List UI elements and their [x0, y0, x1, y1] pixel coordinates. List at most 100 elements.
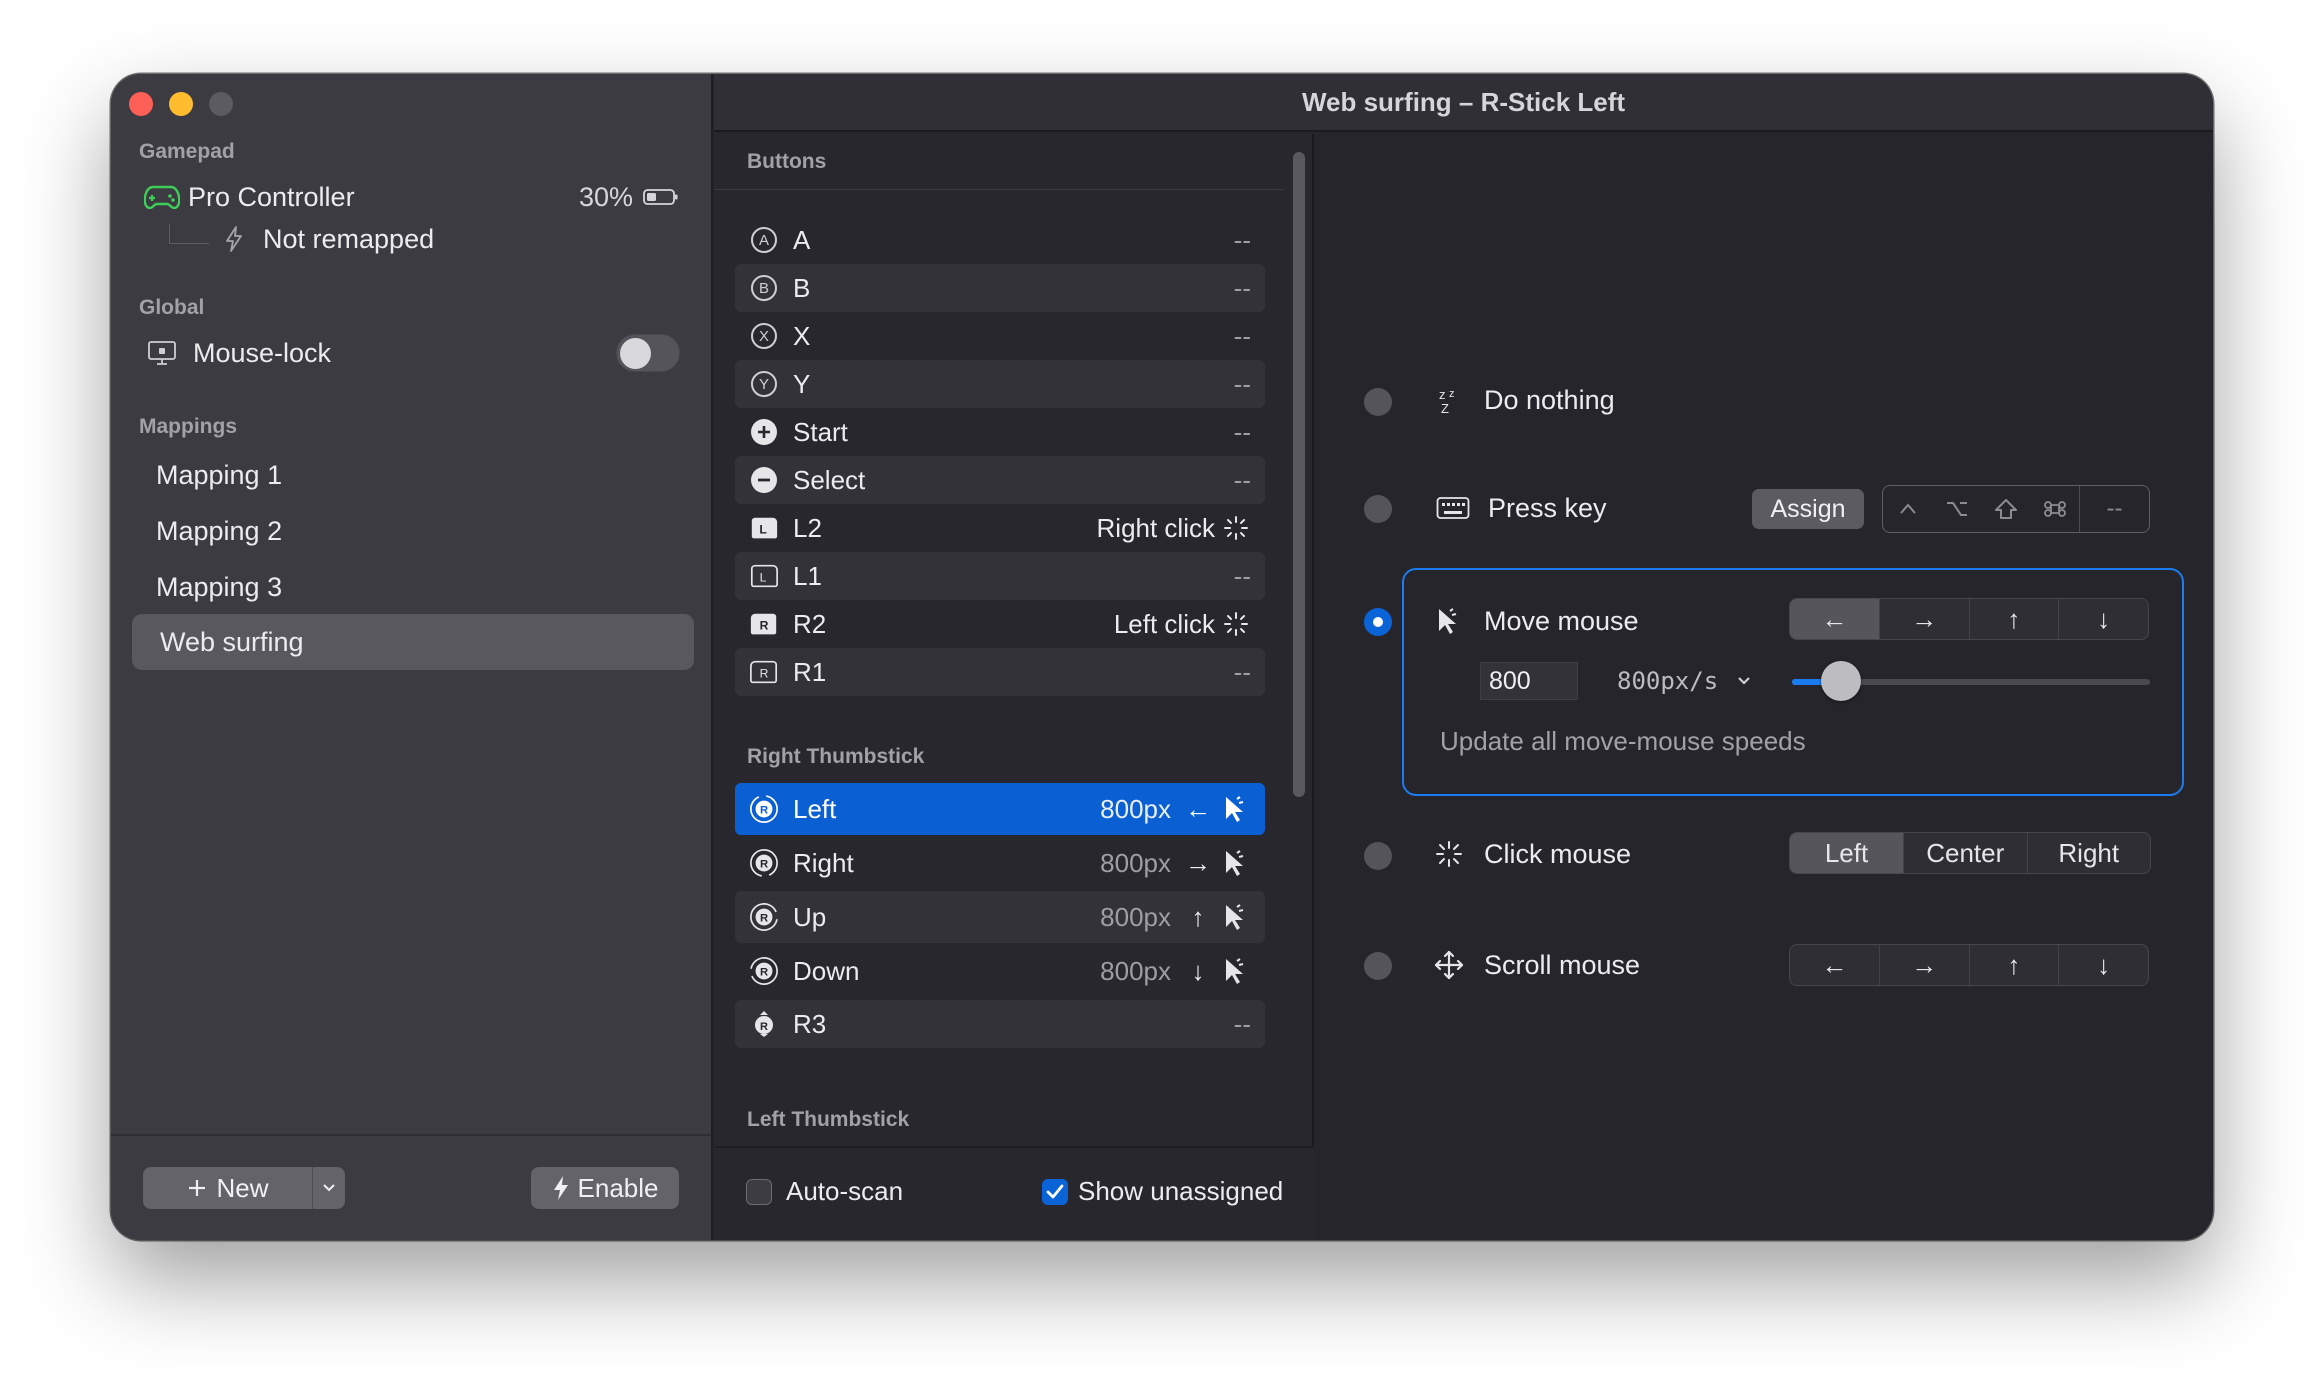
toggle-knob: [620, 338, 651, 369]
scroll-down-segment[interactable]: ↓: [2059, 945, 2148, 985]
speed-select[interactable]: 800px/s: [1617, 662, 1752, 700]
svg-text:R: R: [760, 967, 768, 979]
close-window-button[interactable]: [129, 92, 153, 116]
speed-input[interactable]: 800: [1480, 662, 1578, 700]
press-key-option[interactable]: Press key: [1436, 491, 1607, 525]
scroll-mouse-radio[interactable]: [1364, 952, 1392, 980]
click-center-segment[interactable]: Center: [1904, 833, 2028, 873]
mapping-item-1[interactable]: Mapping 1: [132, 447, 694, 503]
list-item-rstick-right[interactable]: R Right 800px →: [735, 837, 1265, 889]
svg-text:R: R: [760, 1021, 768, 1033]
list-scrollbar[interactable]: [1293, 152, 1305, 797]
mapping-item-2[interactable]: Mapping 2: [132, 503, 694, 559]
scroll-direction-control[interactable]: ← → ↑ ↓: [1789, 944, 2149, 986]
list-item-b[interactable]: B B --: [735, 264, 1265, 312]
list-item-label: A: [793, 224, 811, 255]
move-right-segment[interactable]: →: [1880, 599, 1970, 639]
do-nothing-option[interactable]: zzZ Do nothing: [1432, 383, 1615, 417]
list-item-start[interactable]: Start --: [735, 408, 1265, 456]
move-mouse-radio[interactable]: [1364, 608, 1392, 636]
gamepad-section-label: Gamepad: [139, 140, 235, 163]
move-direction-control[interactable]: ← → ↑ ↓: [1789, 598, 2149, 640]
scroll-up-segment[interactable]: ↑: [1970, 945, 2060, 985]
new-button-label: New: [216, 1172, 269, 1203]
enable-button[interactable]: Enable: [531, 1167, 679, 1209]
list-item-label: Up: [793, 901, 827, 932]
mouse-pointer-icon: [1432, 604, 1466, 638]
scroll-left-segment[interactable]: ←: [1790, 945, 1880, 985]
controller-row[interactable]: Pro Controller 30%: [144, 177, 679, 217]
list-item-a[interactable]: A A --: [735, 216, 1265, 264]
list-item-value: --: [1233, 560, 1251, 591]
minimize-window-button[interactable]: [169, 92, 193, 116]
move-left-segment[interactable]: ←: [1790, 599, 1880, 639]
zoom-window-button[interactable]: [209, 92, 233, 116]
scroll-mouse-option[interactable]: Scroll mouse: [1432, 948, 1640, 982]
list-item-label: L1: [793, 560, 822, 591]
bolt-icon: [225, 226, 247, 252]
arrow-right-icon: →: [1185, 847, 1211, 878]
list-item-r1[interactable]: R R1 --: [735, 648, 1265, 696]
list-item-label: Left: [793, 793, 837, 824]
l-trigger-icon: L: [749, 513, 779, 543]
r-trigger-icon: R: [749, 609, 779, 639]
arrow-up-icon: ↑: [1191, 901, 1205, 932]
list-item-value: 800px: [1100, 793, 1171, 824]
click-sparkle-icon: [1221, 514, 1251, 542]
control-key-icon[interactable]: [1883, 486, 1932, 532]
list-item-select[interactable]: Select --: [735, 456, 1265, 504]
command-key-icon[interactable]: [2030, 486, 2079, 532]
list-item-rstick-down[interactable]: R Down 800px ↓: [735, 945, 1265, 997]
move-up-segment[interactable]: ↑: [1970, 599, 2060, 639]
click-mouse-radio[interactable]: [1364, 842, 1392, 870]
option-key-icon[interactable]: [1932, 486, 1981, 532]
list-item-value: 800px: [1100, 901, 1171, 932]
press-key-radio[interactable]: [1364, 495, 1392, 523]
r-bumper-icon: R: [749, 657, 779, 687]
assign-key-button[interactable]: Assign: [1752, 489, 1864, 529]
click-button-control[interactable]: Left Center Right: [1789, 832, 2151, 874]
right-thumbstick-header: Right Thumbstick: [747, 745, 925, 768]
sidebar: Gamepad Pro Controller 30% Not remapped …: [111, 74, 713, 1240]
auto-scan-checkbox-row[interactable]: Auto-scan: [746, 1176, 903, 1207]
show-unassigned-checkbox[interactable]: [1042, 1178, 1068, 1205]
scroll-right-segment[interactable]: →: [1880, 945, 1970, 985]
new-button-main[interactable]: New: [143, 1167, 313, 1209]
mouse-pointer-icon: [1221, 795, 1251, 823]
plus-icon: [186, 1177, 208, 1199]
new-dropdown-button[interactable]: [313, 1182, 345, 1194]
auto-scan-checkbox[interactable]: [746, 1178, 772, 1205]
click-right-segment[interactable]: Right: [2028, 833, 2151, 873]
svg-text:z: z: [1439, 387, 1446, 402]
modifier-keys-field[interactable]: --: [1882, 485, 2150, 533]
list-item-value: --: [1233, 272, 1251, 303]
click-sparkle-icon: [1221, 610, 1251, 638]
shift-key-icon[interactable]: [1981, 486, 2030, 532]
list-item-l1[interactable]: L L1 --: [735, 552, 1265, 600]
move-mouse-option[interactable]: Move mouse: [1432, 604, 1639, 638]
list-item-y[interactable]: Y Y --: [735, 360, 1265, 408]
list-item-rstick-left[interactable]: R Left 800px ←: [735, 783, 1265, 835]
remap-status-row: Not remapped: [169, 220, 434, 258]
x-button-icon: X: [749, 321, 779, 351]
mapping-item-web-surfing[interactable]: Web surfing: [132, 614, 694, 670]
sleep-zzz-icon: zzZ: [1432, 383, 1466, 417]
update-all-speeds-link[interactable]: Update all move-mouse speeds: [1440, 726, 1806, 757]
mapping-item-3[interactable]: Mapping 3: [132, 559, 694, 615]
list-item-x[interactable]: X X --: [735, 312, 1265, 360]
list-item-rstick-up[interactable]: R Up 800px ↑: [735, 891, 1265, 943]
show-unassigned-checkbox-row[interactable]: Show unassigned: [1042, 1176, 1283, 1207]
click-left-segment[interactable]: Left: [1790, 833, 1904, 873]
minus-circle-icon: [749, 465, 779, 495]
do-nothing-radio[interactable]: [1364, 388, 1392, 416]
list-item-value: 800px: [1100, 955, 1171, 986]
mouse-lock-toggle[interactable]: [616, 334, 680, 372]
l-bumper-icon: L: [749, 561, 779, 591]
list-item-l2[interactable]: L L2 Right click: [735, 504, 1265, 552]
sidebar-footer-divider: [111, 1134, 711, 1136]
new-mapping-button[interactable]: New: [143, 1167, 345, 1209]
move-down-segment[interactable]: ↓: [2059, 599, 2148, 639]
click-mouse-option[interactable]: Click mouse: [1432, 837, 1631, 871]
list-item-r2[interactable]: R R2 Left click: [735, 600, 1265, 648]
list-item-r3[interactable]: R R3 --: [735, 1000, 1265, 1048]
